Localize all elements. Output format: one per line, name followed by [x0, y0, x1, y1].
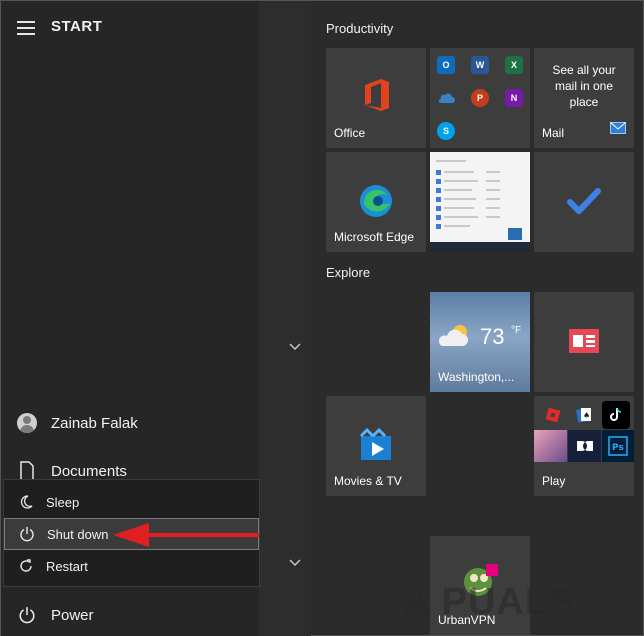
- weather-unit: °F: [511, 325, 522, 336]
- tile-app-preview[interactable]: [430, 152, 530, 252]
- tile-label: Mail: [542, 126, 565, 140]
- documents-label: Documents: [51, 462, 127, 480]
- sleep-button[interactable]: Sleep: [4, 486, 259, 518]
- photoshop-icon[interactable]: Ps: [602, 430, 634, 462]
- tiktok-icon[interactable]: [602, 401, 630, 429]
- tile-movies-tv[interactable]: Movies & TV: [326, 396, 426, 496]
- group-title-productivity: Productivity: [326, 21, 394, 36]
- partly-cloudy-icon: [436, 322, 472, 355]
- svg-text:Ps: Ps: [612, 443, 624, 453]
- group-title-explore: Explore: [326, 265, 371, 280]
- power-icon: [18, 525, 36, 543]
- tile-label: Office: [334, 126, 366, 140]
- onenote-icon[interactable]: N: [505, 89, 523, 107]
- mail-tagline: See all your mail in one place: [552, 63, 616, 109]
- skype-icon[interactable]: S: [437, 122, 455, 140]
- power-icon: [17, 605, 37, 625]
- dolby-icon[interactable]: [568, 430, 601, 462]
- checkmark-icon: [534, 188, 634, 214]
- restart-button[interactable]: Restart: [4, 550, 259, 582]
- power-button[interactable]: Power: [1, 596, 259, 634]
- chevron-down-icon[interactable]: [287, 557, 303, 569]
- word-icon[interactable]: W: [471, 56, 489, 74]
- solitaire-icon[interactable]: ♠: [570, 401, 598, 429]
- start-menu: START Zainab Falak Documents Sleep Shut …: [0, 0, 644, 636]
- tile-play-folder[interactable]: ♠ Ps Play: [534, 396, 634, 496]
- annotation-arrow-icon: [113, 523, 259, 547]
- start-title: START: [51, 18, 103, 35]
- excel-icon[interactable]: X: [505, 56, 523, 74]
- tile-todo[interactable]: [534, 152, 634, 252]
- power-label: Power: [51, 606, 94, 624]
- roblox-icon[interactable]: [539, 401, 567, 429]
- tile-label: Movies & TV: [334, 474, 402, 488]
- envelope-icon: [610, 121, 626, 139]
- sleep-label: Sleep: [46, 494, 80, 510]
- chevron-down-icon[interactable]: [287, 341, 303, 353]
- office-icon: [326, 78, 426, 112]
- user-account-button[interactable]: Zainab Falak: [1, 404, 259, 442]
- restart-icon: [17, 557, 35, 575]
- moon-icon: [17, 493, 35, 511]
- user-name: Zainab Falak: [51, 414, 138, 432]
- tile-office-apps[interactable]: O W X P N S: [430, 48, 530, 148]
- app-list-strip: [259, 1, 311, 636]
- movies-icon: [326, 428, 426, 462]
- tile-office[interactable]: Office: [326, 48, 426, 148]
- watermark-logo: A PUALS: [403, 581, 576, 623]
- onedrive-icon[interactable]: [437, 89, 455, 107]
- tile-label: Play: [542, 474, 566, 488]
- restart-label: Restart: [46, 558, 88, 574]
- tile-microsoft-edge[interactable]: Microsoft Edge: [326, 152, 426, 252]
- svg-text:♠: ♠: [583, 411, 590, 420]
- tile-mail[interactable]: See all your mail in one place Mail: [534, 48, 634, 148]
- shut-down-label: Shut down: [47, 526, 109, 542]
- tile-label: Microsoft Edge: [334, 230, 415, 244]
- document-icon: [17, 461, 37, 481]
- game-character-icon[interactable]: [534, 430, 567, 462]
- tile-weather[interactable]: 73 °F Washington,...: [430, 292, 530, 392]
- edge-icon: [326, 184, 426, 218]
- avatar: [17, 413, 37, 433]
- tile-news[interactable]: [534, 292, 634, 392]
- hamburger-menu-icon[interactable]: [17, 21, 35, 35]
- outlook-icon[interactable]: O: [437, 56, 455, 74]
- news-icon: [534, 328, 634, 354]
- powerpoint-icon[interactable]: P: [471, 89, 489, 107]
- tile-label: Washington,...: [438, 370, 515, 384]
- weather-temperature: 73: [480, 324, 505, 349]
